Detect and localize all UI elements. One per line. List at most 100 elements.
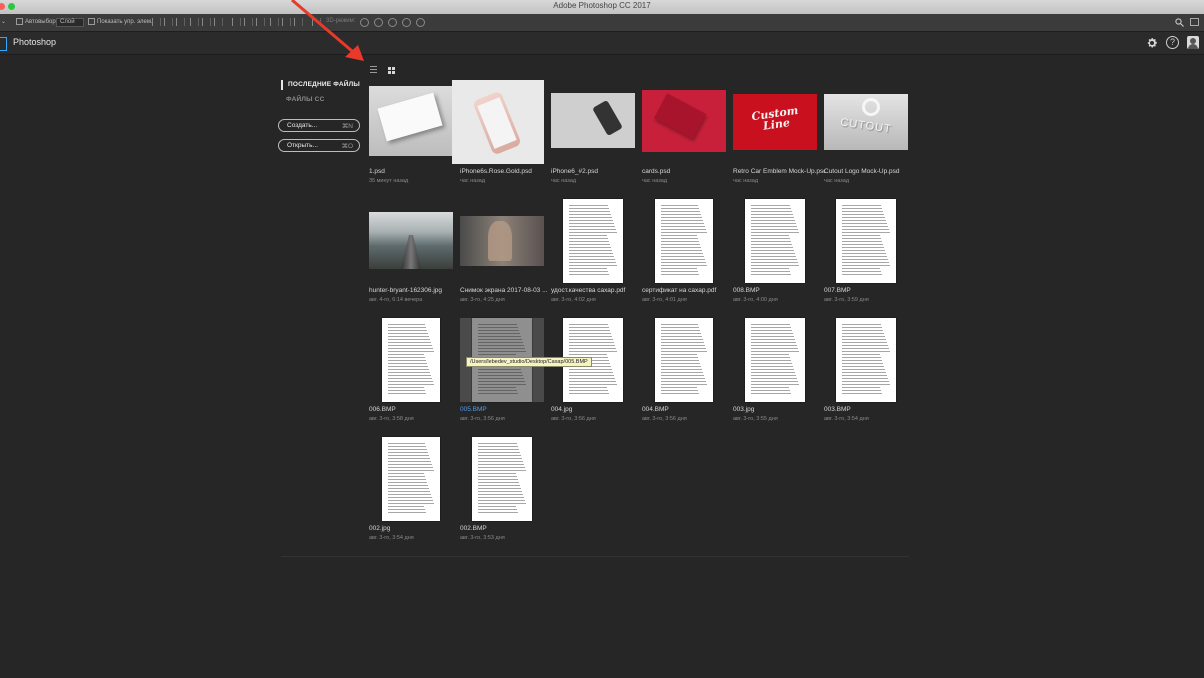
list-view-icon[interactable] — [370, 66, 377, 73]
file-name[interactable]: 005.BMP — [460, 406, 552, 413]
file-thumbnail[interactable] — [733, 318, 817, 402]
3d-scale-icon[interactable] — [416, 18, 425, 27]
file-thumbnail[interactable] — [460, 199, 544, 283]
file-name[interactable]: Cutout Logo Mock-Up.psd — [824, 168, 916, 175]
document-page-preview — [655, 318, 713, 402]
auto-select-checkbox[interactable]: Автовыбор: — [16, 18, 57, 25]
document-page-preview — [836, 199, 896, 283]
file-date: авг. 3-го, 3:54 дня — [369, 535, 414, 541]
3d-roll-icon[interactable] — [374, 18, 383, 27]
file-thumbnail[interactable] — [369, 318, 453, 402]
distribute-left-icon[interactable] — [270, 18, 279, 26]
nav-cc-files[interactable]: ФАЙЛЫ CC — [286, 96, 324, 103]
show-controls-checkbox[interactable]: Показать упр. элем. — [88, 18, 153, 25]
3d-orbit-icon[interactable] — [360, 18, 369, 27]
align-hcenter-icon[interactable] — [202, 18, 211, 26]
align-vcenter-icon[interactable] — [164, 18, 173, 26]
nav-recent-files[interactable]: ПОСЛЕДНИЕ ФАЙЛЫ — [281, 80, 360, 90]
file-date: авг. 3-го, 4:25 дня — [460, 297, 505, 303]
cutout-logo-mark — [862, 98, 880, 116]
file-name[interactable]: Retro Car Emblem Mock-Up.psd — [733, 168, 825, 175]
file-name[interactable]: 1.psd — [369, 168, 461, 175]
file-thumbnail[interactable] — [824, 318, 908, 402]
gear-icon[interactable] — [1146, 37, 1158, 49]
document-page-preview — [382, 437, 440, 521]
align-right-icon[interactable] — [214, 18, 223, 26]
3d-slide-icon[interactable] — [402, 18, 411, 27]
file-thumbnail[interactable] — [369, 437, 453, 521]
distribute-bottom-icon[interactable] — [256, 18, 265, 26]
file-name[interactable]: 003.jpg — [733, 406, 825, 413]
create-button-label: Создать... — [287, 122, 318, 129]
create-button[interactable]: Создать... ⌘N — [278, 119, 360, 132]
distribute-top-icon[interactable] — [232, 18, 241, 26]
file-name[interactable]: 002.jpg — [369, 525, 461, 532]
file-date: авг. 3-го, 3:56 дня — [460, 416, 505, 422]
file-name[interactable]: 007.BMP — [824, 287, 916, 294]
file-name[interactable]: 002.BMP — [460, 525, 552, 532]
file-thumbnail[interactable]: CUTOUT — [824, 80, 908, 164]
file-date: час назад — [642, 178, 668, 184]
content-divider — [281, 556, 909, 557]
file-name[interactable]: сертификат на сахар.pdf — [642, 287, 734, 294]
file-name[interactable]: 004.BMP — [642, 406, 734, 413]
distribute-vcenter-icon[interactable] — [244, 18, 253, 26]
file-thumbnail[interactable] — [369, 80, 453, 164]
file-thumbnail[interactable] — [733, 199, 817, 283]
file-thumbnail[interactable] — [452, 80, 544, 164]
file-date: авг. 3-го, 3:56 дня — [551, 416, 596, 422]
align-top-icon[interactable] — [152, 18, 161, 26]
file-date: 35 минут назад — [369, 178, 409, 184]
file-date: авг. 3-го, 3:59 дня — [824, 297, 869, 303]
file-name[interactable]: Снимок экрана 2017-08-03 ... — [460, 287, 552, 294]
document-page-preview — [745, 318, 805, 402]
document-page-preview — [655, 199, 713, 283]
document-page-preview — [382, 318, 440, 402]
file-date: авг. 3-го, 3:55 дня — [733, 416, 778, 422]
file-date: авг. 3-го, 3:54 дня — [824, 416, 869, 422]
file-name[interactable]: iPhone6s.Rose.Gold.psd — [460, 168, 552, 175]
document-page-preview — [745, 199, 805, 283]
file-date: авг. 3-го, 3:58 дня — [369, 416, 414, 422]
file-name[interactable]: 008.BMP — [733, 287, 825, 294]
align-left-icon[interactable] — [190, 18, 199, 26]
file-name[interactable]: iPhone6_#2.psd — [551, 168, 643, 175]
show-controls-check-icon — [88, 18, 95, 25]
file-date: авг. 3-го, 4:00 дня — [733, 297, 778, 303]
file-thumbnail[interactable]: Custom Line — [733, 80, 817, 164]
file-thumbnail[interactable] — [642, 80, 726, 164]
file-date: час назад — [460, 178, 486, 184]
distribute-right-icon[interactable] — [294, 18, 303, 26]
user-avatar[interactable] — [1187, 36, 1199, 49]
3d-pan-icon[interactable] — [388, 18, 397, 27]
layer-select-dropdown[interactable]: Слой — [56, 18, 84, 27]
file-name[interactable]: удост.качества сахар.pdf — [551, 287, 643, 294]
workspace-switcher-icon[interactable] — [1190, 18, 1199, 26]
file-thumbnail[interactable] — [369, 199, 453, 283]
open-button[interactable]: Открыть... ⌘O — [278, 139, 360, 152]
file-thumbnail[interactable] — [551, 199, 635, 283]
file-name[interactable]: 006.BMP — [369, 406, 461, 413]
file-thumbnail[interactable] — [824, 199, 908, 283]
file-date: час назад — [824, 178, 850, 184]
3d-mode-label: 3D-режим: — [326, 18, 356, 24]
distribute-hcenter-icon[interactable] — [282, 18, 291, 26]
document-page-preview — [563, 199, 623, 283]
file-name[interactable]: 004.jpg — [551, 406, 643, 413]
align-bottom-icon[interactable] — [176, 18, 185, 26]
move-tool-chevron[interactable]: ⌄ — [1, 18, 6, 25]
file-name[interactable]: 003.BMP — [824, 406, 916, 413]
auto-select-label: Автовыбор: — [25, 19, 58, 26]
grid-view-icon[interactable] — [388, 67, 395, 74]
file-thumbnail[interactable] — [460, 437, 544, 521]
window-title: Adobe Photoshop CC 2017 — [553, 1, 651, 10]
file-thumbnail[interactable] — [642, 199, 726, 283]
auto-align-icon[interactable] — [312, 18, 321, 26]
file-thumbnail[interactable] — [551, 80, 635, 164]
file-name[interactable]: hunter-bryant-162306.jpg — [369, 287, 461, 294]
help-icon[interactable]: ? — [1166, 36, 1179, 49]
search-icon[interactable] — [1175, 18, 1184, 27]
file-thumbnail[interactable] — [642, 318, 726, 402]
file-name[interactable]: cards.psd — [642, 168, 734, 175]
app-name: Photoshop — [13, 37, 57, 47]
